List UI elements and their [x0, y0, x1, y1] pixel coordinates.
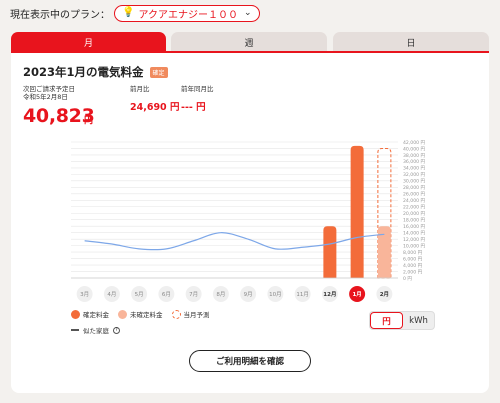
lightbulb-icon: 💡: [122, 7, 135, 18]
y-tick-label: 6,000 円: [403, 256, 423, 262]
y-tick-label: 14,000 円: [403, 230, 426, 236]
y-tick-label: 4,000 円: [403, 263, 423, 269]
legend-confirmed: 確定料金: [83, 311, 109, 319]
legend-forecast: 当月予測: [183, 311, 210, 319]
unconfirmed-swatch: [118, 309, 127, 319]
y-tick-label: 34,000 円: [403, 166, 426, 172]
tab-month[interactable]: 月: [11, 32, 166, 52]
month-label[interactable]: 12月: [323, 290, 336, 298]
y-tick-label: 24,000 円: [403, 198, 426, 204]
period-tabs: 月 週 日: [11, 32, 489, 52]
month-label[interactable]: 10月: [269, 291, 282, 298]
y-tick-label: 12,000 円: [403, 237, 426, 243]
y-tick-label: 22,000 円: [403, 205, 426, 211]
y-tick-label: 40,000 円: [403, 146, 426, 152]
y-tick-label: 26,000 円: [403, 192, 426, 198]
month-label[interactable]: 4月: [107, 291, 116, 298]
month-label[interactable]: 5月: [135, 291, 144, 298]
y-tick-label: 42,000 円: [403, 140, 426, 146]
month-label[interactable]: 9月: [244, 291, 253, 298]
confirmed-swatch: [71, 309, 80, 319]
month-label[interactable]: 3月: [80, 291, 89, 298]
y-tick-label: 0 円: [403, 276, 412, 282]
y-tick-label: 10,000 円: [403, 243, 426, 249]
legend-unconfirmed: 未確定料金: [130, 311, 163, 319]
y-tick-label: 18,000 円: [403, 218, 426, 224]
unit-toggle: 円 kWh: [369, 311, 435, 330]
unconfirmed-bar: [377, 226, 391, 278]
similar-household-line: [84, 232, 385, 251]
billing-card: 2023年1月の電気料金 確定 次回ご請求予定日 令和5年2月8日 40,823…: [11, 53, 489, 393]
unit-yen-option[interactable]: 円: [370, 312, 403, 329]
help-icon[interactable]: ?: [113, 326, 120, 334]
month-label[interactable]: 2月: [380, 290, 389, 298]
month-label[interactable]: 6月: [162, 291, 171, 298]
y-tick-label: 32,000 円: [403, 172, 426, 178]
confirmed-bar: [350, 145, 364, 278]
chart-legend: 確定料金 未確定料金 当月予測: [71, 309, 210, 319]
legend-similar: 似た家庭: [83, 327, 109, 335]
y-tick-label: 38,000 円: [403, 153, 426, 159]
usage-chart: 0 円2,000 円4,000 円6,000 円8,000 円10,000 円1…: [71, 140, 426, 302]
tab-day[interactable]: 日: [333, 32, 489, 52]
y-tick-label: 8,000 円: [403, 250, 423, 256]
tab-week[interactable]: 週: [171, 32, 327, 52]
plan-select[interactable]: 💡 アクアエナジー１００ ⌄: [114, 4, 260, 22]
month-label[interactable]: 8月: [216, 291, 225, 298]
plan-name: アクアエナジー１００: [138, 9, 238, 21]
chevron-down-icon: ⌄: [243, 8, 252, 18]
similar-household-legend: 似た家庭 ?: [71, 325, 120, 335]
confirmed-bar: [323, 226, 337, 278]
plan-label: 現在表示中のプラン：: [10, 9, 110, 21]
plan-bar: 現在表示中のプラン： 💡 アクアエナジー１００ ⌄: [10, 4, 260, 22]
y-tick-label: 20,000 円: [403, 211, 426, 217]
month-label[interactable]: 1月: [352, 290, 361, 298]
month-label[interactable]: 7月: [189, 291, 198, 298]
line-swatch: [71, 329, 79, 331]
y-tick-label: 30,000 円: [403, 179, 426, 185]
month-label[interactable]: 11月: [296, 291, 309, 298]
unit-kwh-option[interactable]: kWh: [403, 312, 434, 329]
view-details-button[interactable]: ご利用明細を確認: [189, 350, 311, 372]
y-tick-label: 2,000 円: [403, 269, 423, 275]
y-tick-label: 16,000 円: [403, 224, 426, 230]
forecast-swatch: [171, 309, 181, 319]
y-tick-label: 28,000 円: [403, 185, 426, 191]
y-tick-label: 36,000 円: [403, 159, 426, 165]
